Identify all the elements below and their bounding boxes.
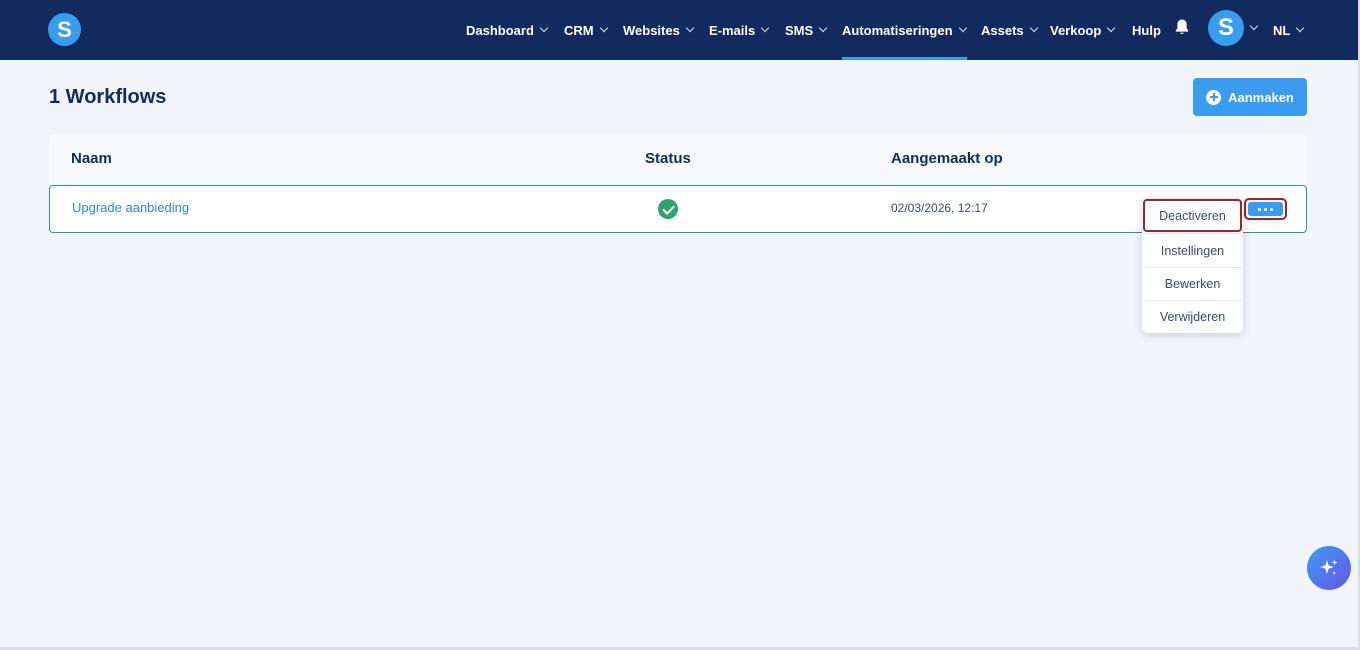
table-row[interactable]: [49, 185, 1307, 233]
row-actions-button[interactable]: [1244, 198, 1287, 220]
chevron-down-icon[interactable]: [1249, 21, 1259, 31]
nav-item-dashboard[interactable]: Dashboard: [466, 0, 549, 60]
nav-label: Hulp: [1132, 22, 1161, 38]
created-at: 02/03/2026, 12:17: [891, 201, 988, 215]
plus-circle-icon: [1206, 89, 1222, 105]
nav-item-websites[interactable]: Websites: [623, 0, 695, 60]
column-header-aangemaakt-op[interactable]: Aangemaakt op: [891, 150, 1003, 167]
nav-label: Dashboard: [466, 22, 534, 38]
chevron-down-icon: [599, 23, 608, 33]
chevron-down-icon: [1296, 23, 1305, 33]
assistant-button[interactable]: [1307, 546, 1351, 590]
nav-label: Automatiseringen: [842, 22, 953, 38]
column-header-status[interactable]: Status: [645, 150, 691, 167]
nav-label: SMS: [785, 22, 814, 38]
chevron-down-icon: [685, 23, 695, 33]
create-button-label: Aanmaken: [1228, 89, 1294, 105]
nav-item-verkoop[interactable]: Verkoop: [1050, 0, 1116, 60]
nav-item-emails[interactable]: E-mails: [709, 0, 770, 60]
chevron-down-icon: [539, 23, 549, 33]
nav-item-sms[interactable]: SMS: [785, 0, 828, 60]
more-horizontal-icon: [1248, 202, 1283, 216]
top-navigation-bar: S Dashboard CRM Websites E-mails SMS Aut…: [0, 0, 1358, 60]
menu-item-verwijderen[interactable]: Verwijderen: [1143, 300, 1242, 333]
nav-item-automatiseringen[interactable]: Automatiseringen: [842, 0, 967, 60]
menu-item-deactiveren[interactable]: Deactiveren: [1143, 199, 1242, 232]
nav-label: Assets: [981, 22, 1024, 38]
user-avatar[interactable]: S: [1208, 10, 1244, 46]
nav-label: Websites: [623, 22, 680, 38]
chevron-down-icon: [1029, 23, 1038, 33]
chevron-down-icon: [761, 23, 770, 33]
nav-item-hulp[interactable]: Hulp: [1132, 0, 1161, 60]
workflow-name-link[interactable]: Upgrade aanbieding: [72, 200, 189, 215]
chevron-down-icon: [958, 23, 967, 33]
nav-label: Verkoop: [1050, 22, 1102, 38]
chevron-down-icon: [818, 23, 828, 33]
avatar-letter: S: [1217, 14, 1234, 41]
chevron-down-icon: [1107, 23, 1116, 33]
language-selector[interactable]: NL: [1273, 0, 1305, 60]
active-nav-indicator: [842, 57, 967, 60]
check-circle-icon: [658, 199, 678, 219]
nav-item-crm[interactable]: CRM: [564, 0, 608, 60]
nav-label: CRM: [564, 22, 594, 38]
nav-label: E-mails: [709, 22, 756, 38]
menu-item-instellingen[interactable]: Instellingen: [1143, 234, 1242, 267]
create-workflow-button[interactable]: Aanmaken: [1193, 78, 1307, 116]
nav-item-assets[interactable]: Assets: [981, 0, 1038, 60]
logo-letter: S: [57, 16, 72, 42]
app-logo[interactable]: S: [48, 13, 81, 46]
menu-item-bewerken[interactable]: Bewerken: [1143, 267, 1242, 300]
bell-icon[interactable]: [1174, 18, 1190, 36]
language-label: NL: [1273, 22, 1291, 38]
page-title: 1 Workflows: [49, 86, 167, 108]
sparkles-icon: [1320, 559, 1338, 575]
column-header-naam[interactable]: Naam: [71, 150, 112, 167]
